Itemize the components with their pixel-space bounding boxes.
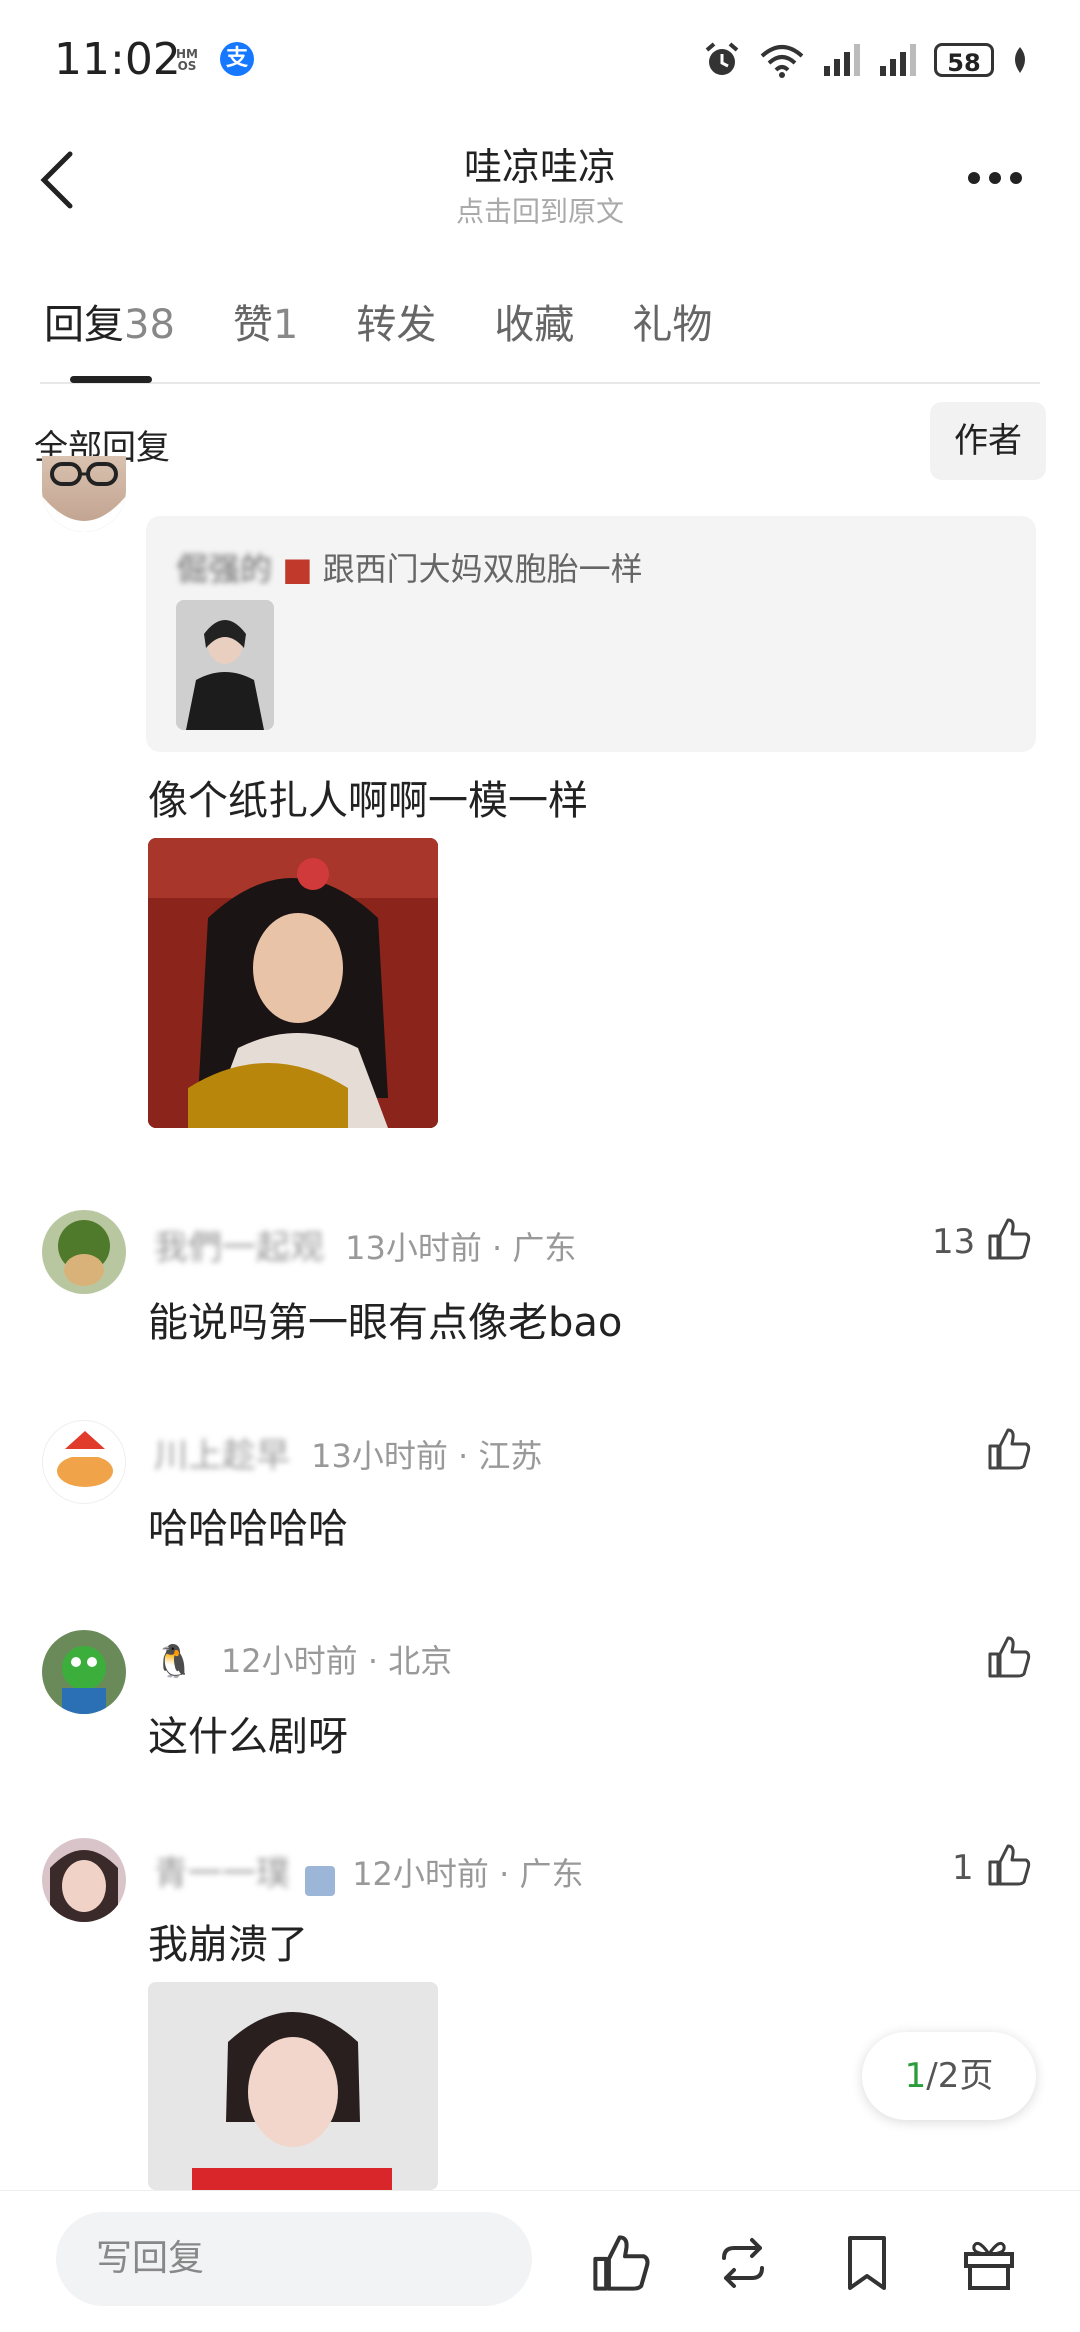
- avatar[interactable]: [42, 1210, 126, 1294]
- alipay-icon: 支: [220, 42, 254, 76]
- quoted-reply: 倔强的 ■ 跟西门大妈双胞胎一样: [176, 544, 643, 590]
- wifi-icon: [760, 45, 804, 78]
- comment-username[interactable]: 我們一起观: [154, 1228, 324, 1268]
- quoted-image-thumbnail[interactable]: [176, 600, 274, 730]
- comment-region: 广东: [519, 1855, 584, 1893]
- comment-region: 北京: [388, 1642, 453, 1680]
- tab-favorite[interactable]: 收藏: [494, 292, 574, 350]
- comment-time: 13小时前: [345, 1229, 482, 1267]
- thumbs-up-icon[interactable]: [986, 1216, 1032, 1262]
- signal-icon-2: [880, 44, 916, 76]
- like-count: 1: [952, 1848, 974, 1888]
- comment-region: 广东: [512, 1229, 577, 1267]
- leaf-icon: [1015, 47, 1025, 73]
- comment-region-separator: ·: [357, 1642, 389, 1680]
- comment-text: 哈哈哈哈哈: [148, 1506, 348, 1552]
- tab-replies-count: 38: [124, 302, 175, 348]
- comment-text: 这什么剧呀: [148, 1714, 348, 1760]
- tab-forward[interactable]: 转发: [356, 292, 436, 350]
- comment-time: 13小时前: [311, 1437, 448, 1475]
- comment-text: 像个纸扎人啊啊一模一样: [148, 778, 588, 824]
- signal-icon: [824, 44, 860, 76]
- comment-header: 🐧 12小时前 · 北京: [154, 1636, 452, 1682]
- avatar[interactable]: [42, 456, 126, 532]
- tab-divider: [40, 382, 1040, 384]
- comment-image[interactable]: [148, 838, 438, 1128]
- hmos-icon: HM OS: [176, 47, 198, 73]
- comment-text: 能说吗第一眼有点像老bao: [148, 1300, 623, 1346]
- back-to-original-link[interactable]: 点击回到原文: [0, 190, 1080, 230]
- avatar[interactable]: [42, 1630, 126, 1714]
- active-tab-indicator: [70, 376, 152, 383]
- thumbs-up-icon[interactable]: [590, 2232, 652, 2294]
- comment-time: 12小时前: [352, 1855, 489, 1893]
- tab-likes[interactable]: 赞1: [233, 292, 298, 350]
- thumbs-up-icon[interactable]: [986, 1842, 1032, 1888]
- more-options-icon[interactable]: [968, 172, 1022, 184]
- comment-region: 江苏: [478, 1437, 543, 1475]
- comment-time: 12小时前: [220, 1642, 358, 1680]
- thumbs-up-icon[interactable]: [986, 1426, 1032, 1472]
- tab-bar: 回复38 赞1 转发 收藏 礼物: [44, 292, 770, 350]
- page-title[interactable]: 哇凉哇凉: [0, 136, 1080, 191]
- tab-replies[interactable]: 回复38: [44, 292, 175, 350]
- tab-likes-count: 1: [272, 302, 299, 348]
- comment-region-separator: ·: [488, 1855, 520, 1893]
- comment-text: 我崩溃了: [148, 1922, 308, 1968]
- battery-indicator: 58: [934, 43, 994, 77]
- gift-icon[interactable]: [958, 2232, 1020, 2294]
- comment-region-separator: ·: [447, 1437, 479, 1475]
- avatar[interactable]: [42, 1838, 126, 1922]
- comment-username[interactable]: 青一一璞: [154, 1854, 290, 1894]
- author-filter-button[interactable]: 作者: [930, 402, 1046, 480]
- thumbs-up-icon[interactable]: [986, 1634, 1032, 1680]
- avatar[interactable]: [42, 1420, 126, 1504]
- page-indicator[interactable]: 1/2页: [862, 2032, 1036, 2120]
- penguin-icon: 🐧: [154, 1642, 194, 1680]
- repost-icon[interactable]: [712, 2232, 774, 2294]
- like-count: 13: [932, 1222, 976, 1262]
- status-time: 11:02: [54, 34, 181, 85]
- tab-gift[interactable]: 礼物: [632, 292, 712, 350]
- user-badge-icon: [305, 1865, 336, 1896]
- page-current: 1: [904, 2056, 927, 2096]
- bookmark-icon[interactable]: [836, 2232, 898, 2294]
- comment-image[interactable]: [148, 1982, 438, 2190]
- comment-region-separator: ·: [481, 1229, 513, 1267]
- comment-header: 青一一璞 12小时前 · 广东: [154, 1846, 583, 1896]
- quoted-text: 跟西门大妈双胞胎一样: [322, 550, 643, 588]
- page-total: /2页: [926, 2056, 994, 2096]
- reply-input[interactable]: 写回复: [56, 2212, 532, 2306]
- rose-icon: ■: [282, 550, 313, 588]
- comment-username[interactable]: 川上趁早: [154, 1436, 290, 1476]
- comment-header: 我們一起观 13小时前 · 广东: [154, 1220, 576, 1269]
- alarm-icon: [705, 42, 739, 75]
- status-icons: 58: [702, 40, 1030, 80]
- quoted-username: 倔强的: [176, 550, 273, 588]
- comment-header: 川上趁早 13小时前 · 江苏: [154, 1428, 542, 1477]
